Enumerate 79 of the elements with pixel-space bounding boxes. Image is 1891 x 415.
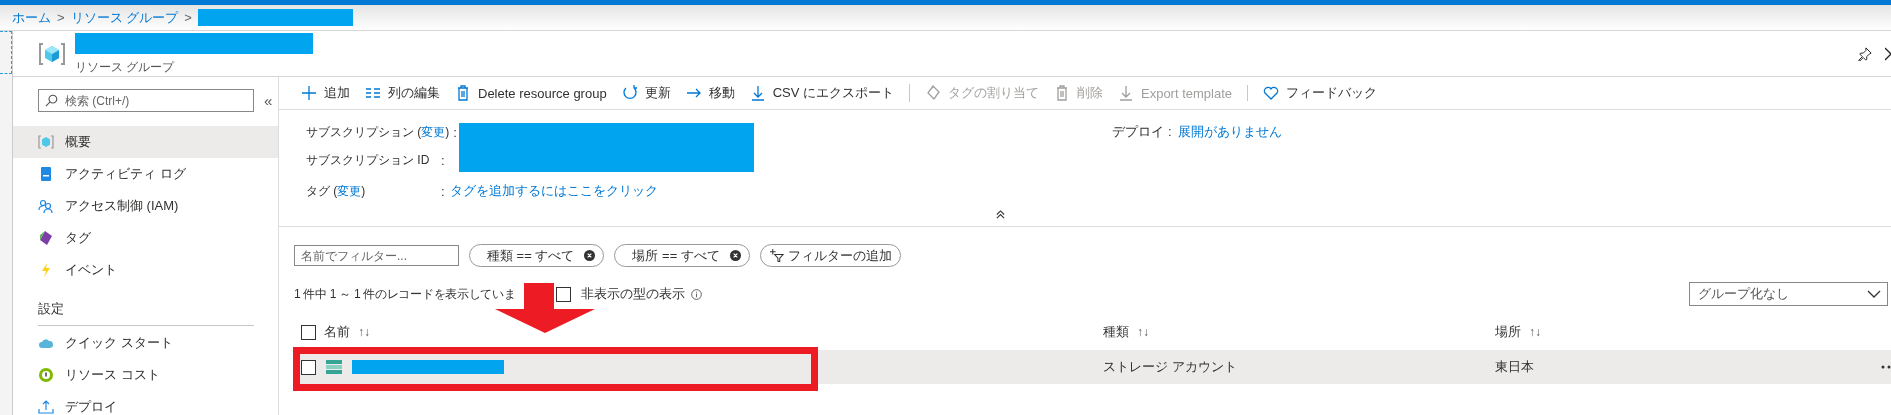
toolbar-button[interactable]: 追加 <box>301 84 350 102</box>
section-heading: 設定 <box>37 300 65 318</box>
toolbar-button[interactable]: フィードバック <box>1263 84 1378 102</box>
breadcrumb-link[interactable]: リソース グループ <box>70 8 179 27</box>
people-icon <box>38 198 54 214</box>
property-label: サブスクリプション (変更) <box>306 123 450 141</box>
plus-icon <box>301 85 317 101</box>
property-label: サブスクリプション ID <box>306 151 431 169</box>
change-link[interactable]: 変更 <box>337 183 362 198</box>
property-label: デプロイ : <box>1112 123 1172 141</box>
sidebar-item[interactable]: リソース コスト <box>13 359 278 391</box>
checkbox[interactable] <box>556 286 571 302</box>
toolbar-button[interactable]: CSV にエクスポート <box>749 84 910 102</box>
filter-pill[interactable]: 種類 == すべて <box>469 244 605 267</box>
collapse-button[interactable]: « <box>264 92 273 109</box>
property-label: タグ (変更) <box>306 182 367 200</box>
upload-icon <box>38 399 54 415</box>
filter-icon <box>768 249 784 262</box>
heart-icon <box>1263 85 1280 101</box>
toolbar-button[interactable]: 列の編集 <box>365 84 440 102</box>
toolbar-button[interactable]: 移動 <box>685 84 735 102</box>
breadcrumb-separator: > <box>184 10 192 25</box>
tag-icon <box>38 230 54 246</box>
row-checkbox[interactable] <box>301 359 316 375</box>
remove-icon[interactable] <box>584 250 596 261</box>
refresh-icon <box>621 85 638 101</box>
select-all-checkbox[interactable] <box>301 324 316 340</box>
sidebar-item[interactable]: デプロイ <box>13 391 278 415</box>
colon: : <box>441 152 446 168</box>
sidebar-item[interactable]: イベント <box>13 254 278 286</box>
blade-subtitle: リソース グループ <box>75 59 176 76</box>
sort-arrows[interactable]: ↑↓ <box>1529 325 1541 339</box>
column-header[interactable]: 種類 <box>1103 323 1129 341</box>
search-icon <box>45 94 58 107</box>
sort-arrows[interactable]: ↑↓ <box>358 325 370 339</box>
filter-field[interactable]: 名前でフィルター... <box>294 245 459 266</box>
more-icon[interactable] <box>1881 365 1891 369</box>
table-cell-text: ストレージ アカウント <box>1103 358 1238 376</box>
info-icon <box>691 288 702 300</box>
collapsed-panel[interactable] <box>0 31 12 74</box>
columns-icon <box>365 85 381 101</box>
download-icon <box>1118 85 1134 101</box>
search-field[interactable]: 検索 (Ctrl+/) <box>38 89 254 112</box>
sidebar-item[interactable]: アクティビティ ログ <box>13 158 278 190</box>
filter-pill[interactable]: 場所 == すべて <box>614 244 750 267</box>
sidebar-item[interactable]: 概要 <box>13 126 278 158</box>
sidebar-item[interactable]: クイック スタート <box>13 327 278 359</box>
add-filter-button[interactable]: フィルターの追加 <box>759 244 901 267</box>
pin-icon[interactable] <box>1858 46 1872 61</box>
breadcrumb-link[interactable]: ホーム <box>12 8 51 27</box>
deployments-link[interactable]: 展開がありません <box>1177 123 1282 141</box>
record-count: 1 件中 1 ～ 1 件のレコードを表示していま <box>294 285 517 303</box>
tag-icon <box>925 85 941 101</box>
change-link[interactable]: 変更 <box>421 124 446 139</box>
grouping-dropdown[interactable]: グループ化なし <box>1689 282 1888 306</box>
coin-icon <box>38 367 54 383</box>
trash-icon <box>455 85 471 101</box>
column-header[interactable]: 場所 <box>1495 323 1521 341</box>
sidebar-item[interactable]: アクセス制御 (IAM) <box>13 190 278 222</box>
colon: : <box>453 124 458 140</box>
toolbar-button[interactable]: 更新 <box>621 84 671 102</box>
colon: : <box>441 183 446 199</box>
chevron-down-icon <box>1867 290 1881 298</box>
toolbar-button[interactable]: Delete resource group <box>455 85 607 101</box>
sidebar-item[interactable]: タグ <box>13 222 278 254</box>
add-tags-link[interactable]: タグを追加するにはここをクリック <box>450 183 658 198</box>
trash-icon <box>1054 85 1070 101</box>
download-icon <box>749 85 766 101</box>
remove-icon[interactable] <box>729 250 741 261</box>
collapse-icon[interactable] <box>995 210 1005 219</box>
storage-icon <box>326 360 342 374</box>
log-icon <box>38 166 54 182</box>
resource-group-icon <box>38 41 66 66</box>
sort-arrows[interactable]: ↑↓ <box>1137 325 1149 339</box>
breadcrumb-separator: > <box>57 10 65 25</box>
show-hidden-label: 非表示の型の表示 <box>581 285 685 303</box>
table-cell-text: 東日本 <box>1495 358 1535 376</box>
column-header[interactable]: 名前 <box>324 323 350 341</box>
cube-icon <box>38 134 54 150</box>
